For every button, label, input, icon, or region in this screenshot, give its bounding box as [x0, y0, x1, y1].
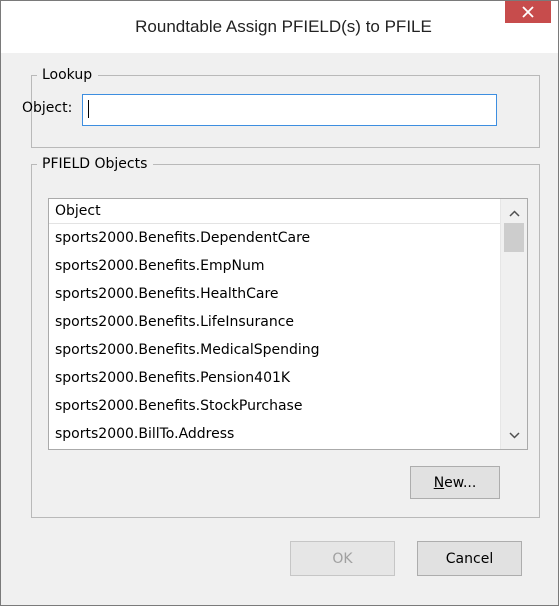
- list-item[interactable]: sports2000.Benefits.Pension401K: [49, 364, 501, 392]
- object-lookup-input[interactable]: [82, 94, 497, 126]
- pfield-objects-legend: PFIELD Objects: [42, 156, 148, 172]
- close-icon: [522, 6, 534, 18]
- vertical-scrollbar[interactable]: [500, 199, 527, 449]
- list-rows: Object sports2000.Benefits.DependentCare…: [49, 199, 501, 448]
- list-item[interactable]: sports2000.Benefits.LifeInsurance: [49, 308, 501, 336]
- cancel-button[interactable]: Cancel: [417, 541, 522, 576]
- list-item[interactable]: sports2000.Benefits.EmpNum: [49, 252, 501, 280]
- cancel-button-label: Cancel: [445, 550, 494, 567]
- close-button[interactable]: [505, 1, 551, 23]
- dialog-window: Roundtable Assign PFIELD(s) to PFILE Loo…: [0, 0, 559, 606]
- column-header-object[interactable]: Object: [49, 199, 501, 224]
- pfield-objects-list[interactable]: Object sports2000.Benefits.DependentCare…: [48, 198, 528, 450]
- object-label: Object:: [22, 100, 73, 116]
- window-title: Roundtable Assign PFIELD(s) to PFILE: [135, 17, 432, 36]
- list-item[interactable]: sports2000.Benefits.DependentCare: [49, 224, 501, 252]
- new-button[interactable]: New...: [410, 466, 500, 499]
- list-item[interactable]: sports2000.BillTo.Address: [49, 420, 501, 448]
- title-bar[interactable]: Roundtable Assign PFIELD(s) to PFILE: [1, 1, 558, 53]
- list-item[interactable]: sports2000.Benefits.StockPurchase: [49, 392, 501, 420]
- new-button-label: New...: [433, 474, 477, 491]
- lookup-legend: Lookup: [42, 67, 93, 83]
- ok-button-label: OK: [332, 550, 353, 567]
- ok-button[interactable]: OK: [290, 541, 395, 576]
- chevron-down-icon: [508, 431, 520, 439]
- text-caret: [88, 100, 89, 118]
- list-item[interactable]: sports2000.Benefits.MedicalSpending: [49, 336, 501, 364]
- scroll-up-button[interactable]: [501, 201, 527, 225]
- chevron-up-icon: [508, 209, 520, 217]
- list-item[interactable]: sports2000.Benefits.HealthCare: [49, 280, 501, 308]
- scroll-down-button[interactable]: [501, 423, 527, 447]
- scroll-thumb[interactable]: [504, 223, 524, 252]
- dialog-body: Lookup Object: PFIELD Objects Object spo…: [1, 53, 558, 605]
